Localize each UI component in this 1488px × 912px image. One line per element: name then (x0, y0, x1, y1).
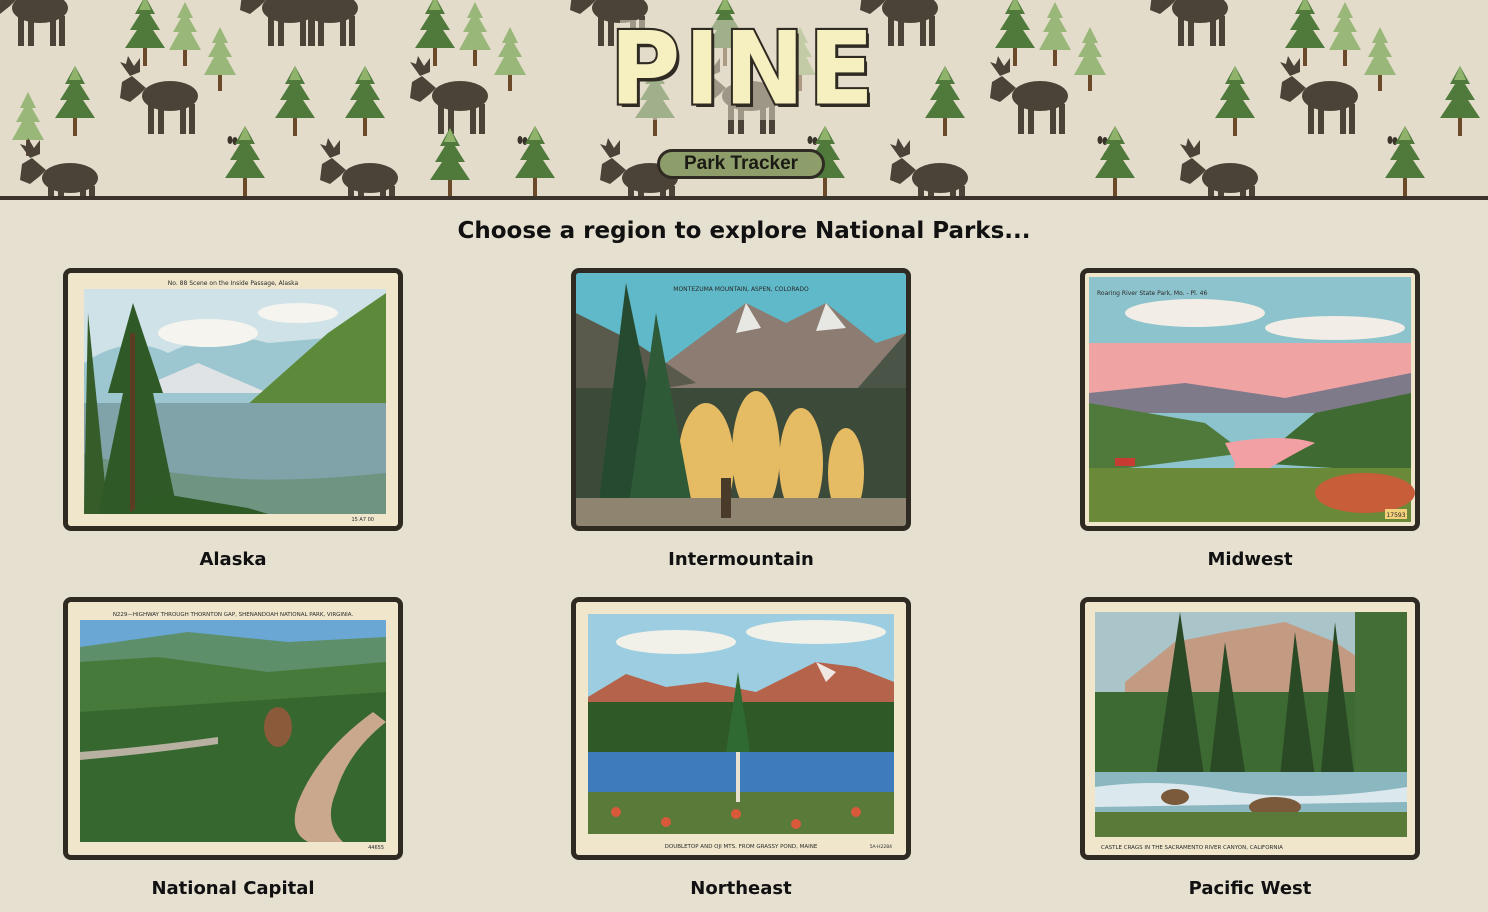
region-card-alaska[interactable]: No. 88 Scene on the Inside Passage, Alas… (63, 268, 403, 570)
park-tracker-button[interactable]: Park Tracker (657, 149, 825, 179)
postcard-caption: CASTLE CRAGS IN THE SACRAMENTO RIVER CAN… (1101, 845, 1283, 851)
postcard-stamp: 17593 (1386, 512, 1405, 519)
region-label[interactable]: National Capital (63, 878, 403, 899)
region-label[interactable]: Alaska (63, 549, 403, 570)
logo[interactable]: PINE (600, 14, 888, 124)
postcard-image[interactable]: DOUBLETOP AND OJI MTS. FROM GRASSY POND,… (571, 597, 911, 860)
region-card-intermountain[interactable]: MONTEZUMA MOUNTAIN, ASPEN, COLORADO Inte… (571, 268, 911, 570)
region-card-midwest[interactable]: Roaring River State Park, Mo. - Pl. 46 1… (1080, 268, 1420, 570)
pattern-tile (0, 0, 398, 196)
postcard-stamp: 15 A7 00 (351, 517, 374, 523)
header-banner: PINE Park Tracker (0, 0, 1488, 200)
region-label[interactable]: Pacific West (1080, 878, 1420, 899)
region-label[interactable]: Intermountain (571, 549, 911, 570)
region-label[interactable]: Midwest (1080, 549, 1420, 570)
region-card-pacific-west[interactable]: CASTLE CRAGS IN THE SACRAMENTO RIVER CAN… (1080, 597, 1420, 899)
postcard-stamp: 5A-H2284 (870, 844, 892, 850)
postcard-caption: MONTEZUMA MOUNTAIN, ASPEN, COLORADO (673, 286, 809, 293)
postcard-image[interactable]: Roaring River State Park, Mo. - Pl. 46 1… (1080, 268, 1420, 531)
postcard-image[interactable]: MONTEZUMA MOUNTAIN, ASPEN, COLORADO (571, 268, 911, 531)
region-card-northeast[interactable]: DOUBLETOP AND OJI MTS. FROM GRASSY POND,… (571, 597, 911, 899)
postcard-image[interactable]: N229—HIGHWAY THROUGH THORNTON GAP, SHENA… (63, 597, 403, 860)
postcard-caption: No. 88 Scene on the Inside Passage, Alas… (168, 280, 299, 287)
postcard-stamp: 44655 (368, 845, 384, 851)
region-label[interactable]: Northeast (571, 878, 911, 899)
logo-text: PINE (608, 10, 878, 128)
postcard-caption: N229—HIGHWAY THROUGH THORNTON GAP, SHENA… (113, 612, 354, 618)
postcard-image[interactable]: CASTLE CRAGS IN THE SACRAMENTO RIVER CAN… (1080, 597, 1420, 860)
postcard-caption: Roaring River State Park, Mo. - Pl. 46 (1097, 290, 1207, 297)
region-card-national-capital[interactable]: N229—HIGHWAY THROUGH THORNTON GAP, SHENA… (63, 597, 403, 899)
page-heading: Choose a region to explore National Park… (457, 218, 1031, 244)
postcard-image[interactable]: No. 88 Scene on the Inside Passage, Alas… (63, 268, 403, 531)
postcard-caption: DOUBLETOP AND OJI MTS. FROM GRASSY POND,… (665, 844, 818, 850)
